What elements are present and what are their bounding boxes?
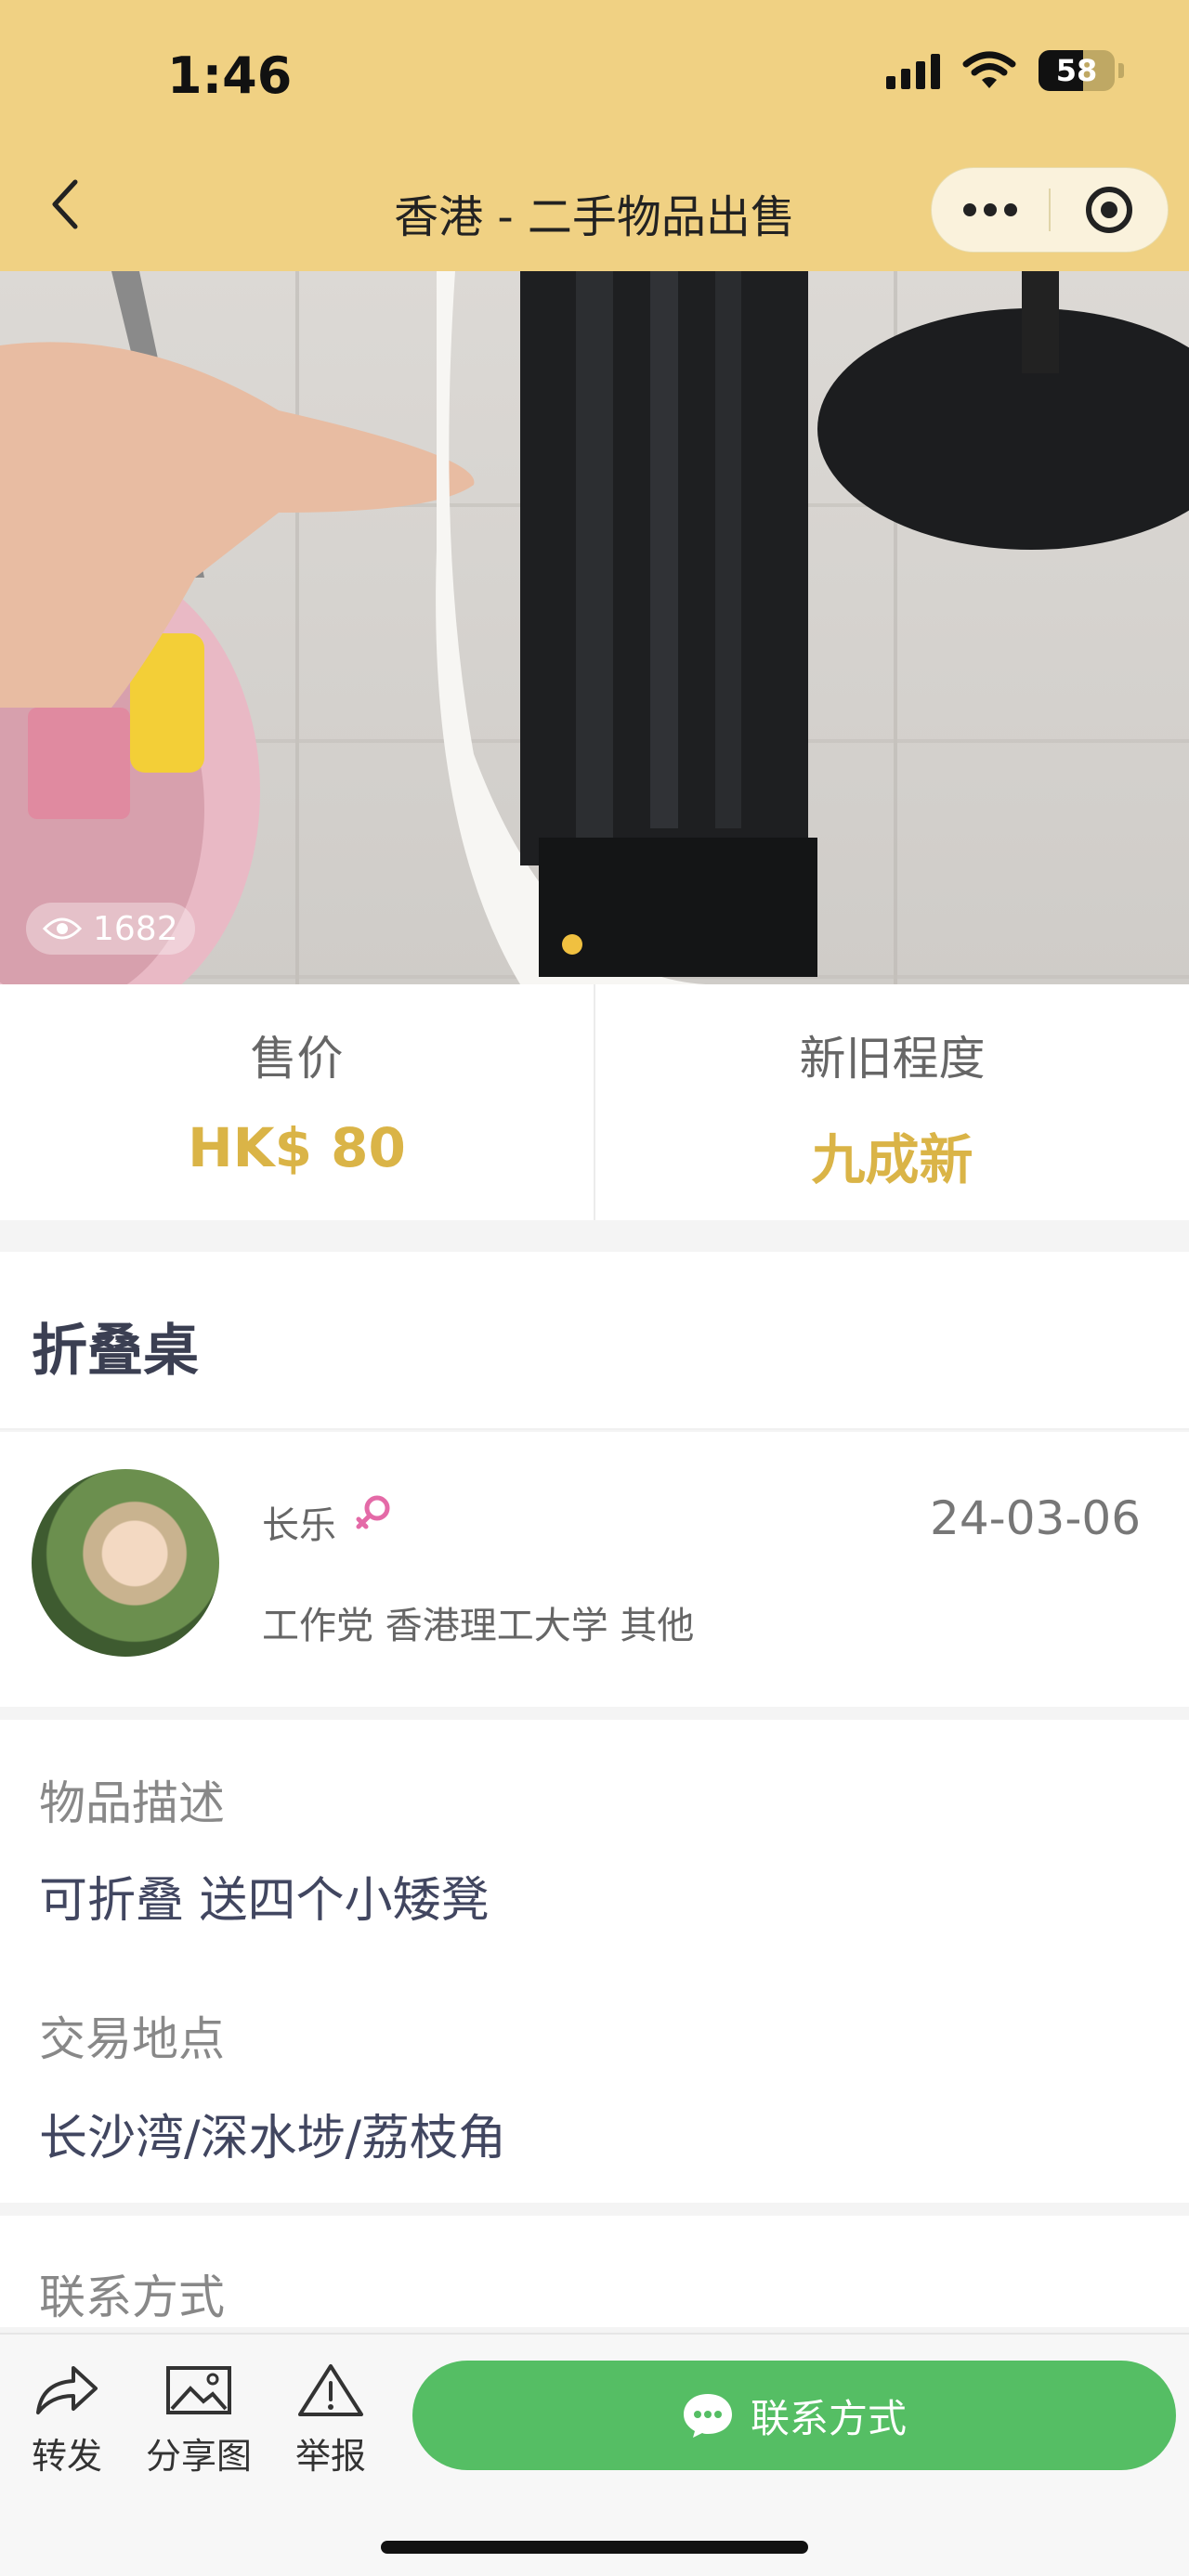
details-section: 物品描述 可折叠 送四个小矮凳 交易地点 长沙湾/深水埗/荔枝角 [0,1720,1189,2203]
seller-card[interactable]: 长乐 24-03-06 工作党 香港理工大学 其他 [0,1432,1189,1707]
seller-tags: 工作党 香港理工大学 其他 [262,1605,695,1647]
avatar[interactable] [32,1469,219,1657]
status-icons: 58 [886,50,1124,91]
location-label: 交易地点 [39,2012,225,2066]
share-button[interactable]: 转发 [11,2362,123,2478]
price-label: 售价 [250,1032,344,1086]
status-time: 1:46 [167,46,293,105]
share-arrow-icon [36,2366,98,2414]
condition-value: 九成新 [811,1128,973,1191]
view-count: 1682 [93,909,178,948]
contact-button-label: 联系方式 [750,2395,907,2441]
contact-section: 联系方式 [0,2216,1189,2327]
share-image-label: 分享图 [145,2436,252,2477]
home-indicator [381,2541,808,2554]
view-count-badge: 1682 [26,903,195,955]
description-text: 可折叠 送四个小矮凳 [39,1873,490,1929]
post-date: 24-03-06 [930,1491,1141,1545]
eye-icon [43,917,82,940]
item-photo-carousel[interactable]: 1682 [0,271,1189,984]
price-condition-section: 售价 HK$ 80 新旧程度 九成新 [0,984,1189,1220]
bottom-action-bar: 转发 分享图 举报 联系方式 [0,2333,1189,2576]
description-label: 物品描述 [39,1776,225,1830]
price-value: HK$ 80 [188,1116,406,1179]
close-miniprogram-button[interactable] [1051,168,1168,252]
carousel-indicator-dot [562,934,582,955]
chat-bubble-icon [683,2394,732,2438]
more-button[interactable] [932,168,1049,252]
report-button[interactable]: 举报 [275,2362,386,2478]
mini-program-capsule [931,167,1169,253]
item-title: 折叠桌 [32,1319,199,1384]
battery-icon: 58 [1039,50,1115,91]
more-dots-icon [963,203,1017,216]
share-label: 转发 [31,2436,102,2477]
target-circle-icon [1086,187,1132,233]
location-text: 长沙湾/深水埗/荔枝角 [39,2111,507,2166]
contact-button[interactable]: 联系方式 [412,2361,1176,2470]
page: 1:46 58 香港 - 二手物品出售 1682 售价 HK$ 80 新旧程度 … [0,0,1189,2576]
warning-triangle-icon [298,2364,363,2416]
price-block: 售价 HK$ 80 [0,984,594,1220]
condition-block: 新旧程度 九成新 [594,984,1189,1220]
female-gender-icon [356,1495,390,1529]
image-icon [166,2366,231,2414]
wifi-icon [962,51,1016,88]
item-title-card: 折叠桌 [0,1252,1189,1430]
report-label: 举报 [294,2436,366,2477]
item-photo [0,271,1189,984]
seller-name: 长乐 [262,1504,336,1547]
contact-section-label: 联系方式 [39,2270,225,2324]
share-image-button[interactable]: 分享图 [143,2362,255,2478]
top-bar: 1:46 58 香港 - 二手物品出售 [0,0,1189,271]
condition-label: 新旧程度 [799,1032,986,1086]
battery-tip [1118,63,1124,78]
battery-level: 58 [1055,53,1098,88]
cellular-signal-icon [886,52,940,89]
